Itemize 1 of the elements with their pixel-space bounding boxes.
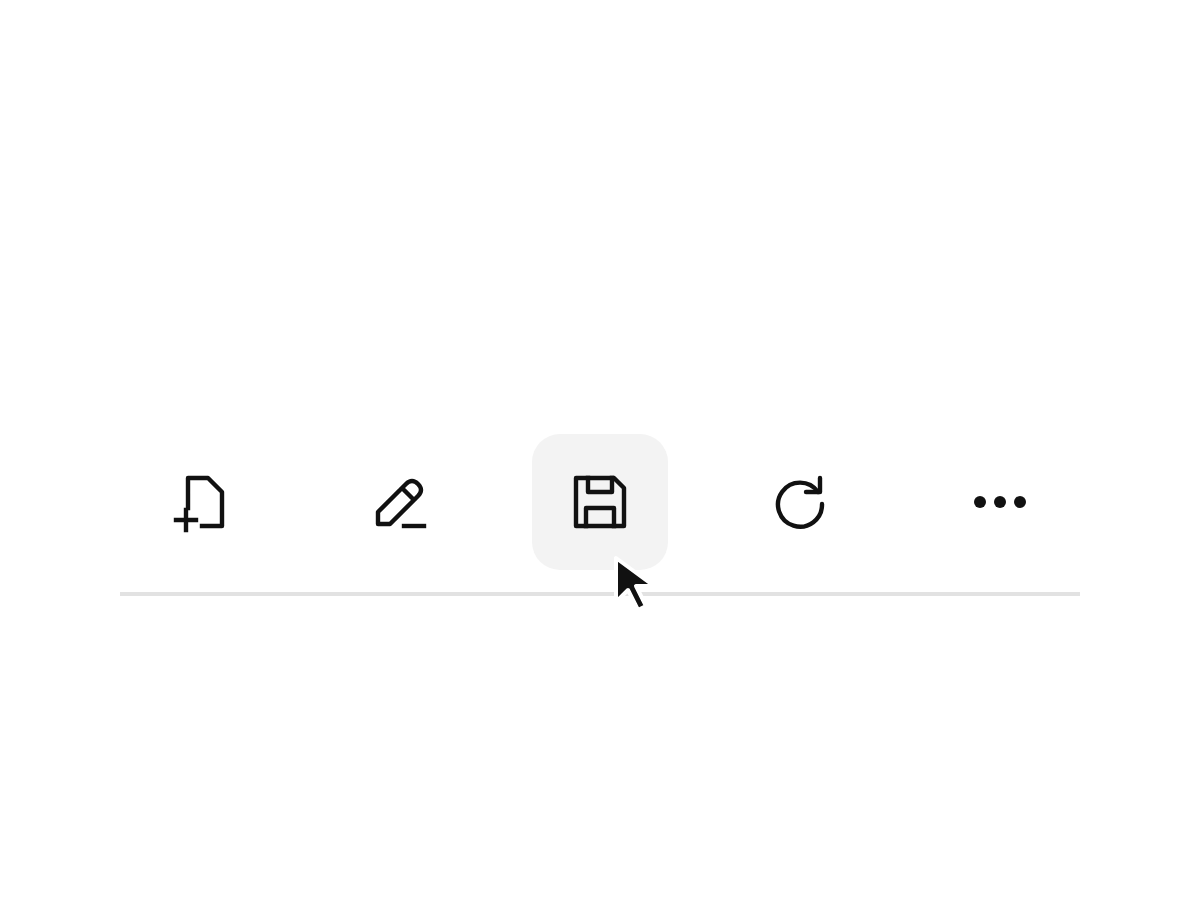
- more-icon: [972, 494, 1028, 510]
